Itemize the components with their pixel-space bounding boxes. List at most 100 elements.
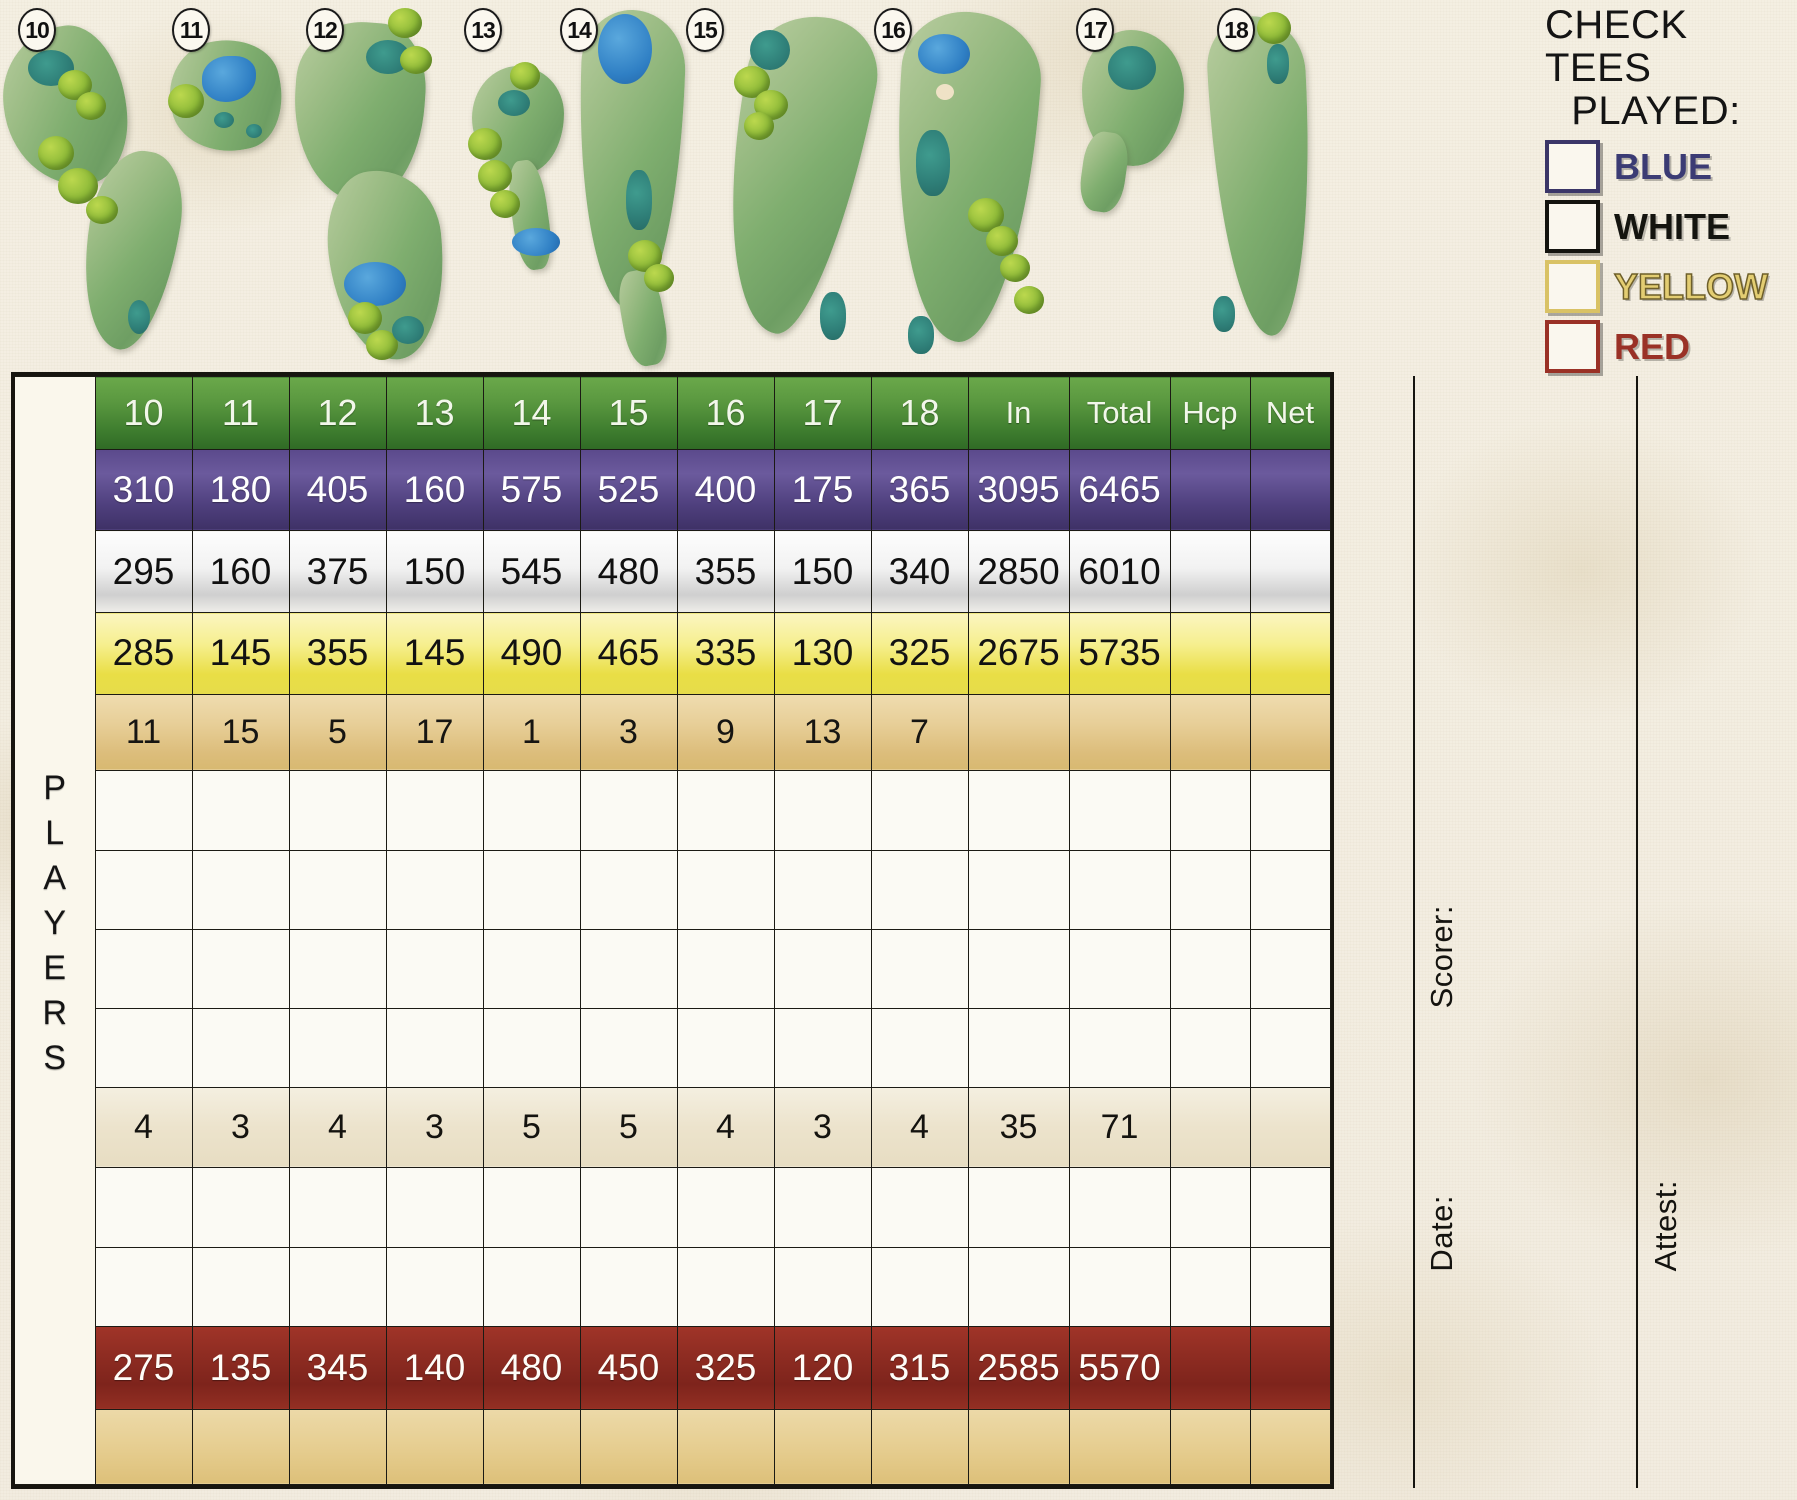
cell-blank-total[interactable] — [1068, 1246, 1171, 1327]
cell-blank-12[interactable] — [288, 1167, 387, 1248]
cell-blank-net[interactable] — [1249, 928, 1331, 1009]
green-blob — [1267, 44, 1289, 84]
cell-blank-16[interactable] — [676, 849, 775, 930]
tee-checkbox-red[interactable] — [1545, 320, 1600, 373]
cell-blank-net[interactable] — [1249, 1007, 1331, 1088]
cell-blank-14[interactable] — [482, 849, 581, 930]
cell-blank-17[interactable] — [773, 849, 872, 930]
cell-blank-17[interactable] — [773, 1007, 872, 1088]
cell-blank-15[interactable] — [579, 770, 678, 851]
cell-blank-in[interactable] — [967, 928, 1070, 1009]
player-score-row[interactable] — [15, 770, 1331, 851]
cell-blank-12[interactable] — [288, 1007, 387, 1088]
player-score-row[interactable] — [15, 928, 1331, 1009]
cell-blank-hcp[interactable] — [1169, 1167, 1251, 1248]
cell-blank-10[interactable] — [94, 770, 193, 851]
tee-checkbox-blue[interactable] — [1545, 140, 1600, 193]
cell-blank-17[interactable] — [773, 770, 872, 851]
cell-blank-13[interactable] — [385, 1167, 484, 1248]
cell-blank-11[interactable] — [191, 1246, 290, 1327]
player-score-row[interactable] — [15, 1007, 1331, 1088]
cell-blank-hcp[interactable] — [1169, 1246, 1251, 1327]
player-score-row[interactable] — [15, 1246, 1331, 1327]
cell-blank-16[interactable] — [676, 1246, 775, 1327]
cell-blank-in[interactable] — [967, 1167, 1070, 1248]
cell-blank-hcp[interactable] — [1169, 1007, 1251, 1088]
cell-blank-12[interactable] — [288, 849, 387, 930]
cell-blank-17[interactable] — [773, 1167, 872, 1248]
cell-blank-12[interactable] — [288, 928, 387, 1009]
cell-blank-13[interactable] — [385, 849, 484, 930]
cell-white-13: 150 — [385, 530, 484, 614]
cell-blank-11[interactable] — [191, 1167, 290, 1248]
cell-blank-total[interactable] — [1068, 1007, 1171, 1088]
cell-yellow-15: 465 — [579, 612, 678, 695]
water-hazard — [918, 34, 970, 74]
cell-gold-12 — [288, 1408, 387, 1486]
cell-blank-10[interactable] — [94, 928, 193, 1009]
cell-blank-total[interactable] — [1068, 849, 1171, 930]
cell-blank-14[interactable] — [482, 1167, 581, 1248]
cell-blank-15[interactable] — [579, 1246, 678, 1327]
cell-blank-10[interactable] — [94, 1246, 193, 1327]
cell-blank-14[interactable] — [482, 928, 581, 1009]
cell-blank-18[interactable] — [870, 1007, 969, 1088]
cell-blank-total[interactable] — [1068, 1167, 1171, 1248]
water-hazard — [512, 228, 560, 256]
tee-option-yellow[interactable]: YELLOW — [1545, 260, 1797, 313]
cell-blank-11[interactable] — [191, 849, 290, 930]
cell-blank-12[interactable] — [288, 770, 387, 851]
cell-blank-net[interactable] — [1249, 849, 1331, 930]
player-score-row[interactable] — [15, 849, 1331, 930]
cell-blank-12[interactable] — [288, 1246, 387, 1327]
cell-blank-11[interactable] — [191, 1007, 290, 1088]
cell-blank-14[interactable] — [482, 1007, 581, 1088]
cell-blank-18[interactable] — [870, 770, 969, 851]
cell-blank-17[interactable] — [773, 1246, 872, 1327]
cell-blank-in[interactable] — [967, 849, 1070, 930]
cell-blank-16[interactable] — [676, 1167, 775, 1248]
cell-blank-total[interactable] — [1068, 928, 1171, 1009]
cell-blank-18[interactable] — [870, 928, 969, 1009]
tee-option-blue[interactable]: BLUE — [1545, 140, 1797, 193]
cell-blank-11[interactable] — [191, 770, 290, 851]
cell-blank-15[interactable] — [579, 1167, 678, 1248]
cell-blank-18[interactable] — [870, 1246, 969, 1327]
cell-blank-10[interactable] — [94, 1007, 193, 1088]
cell-blank-in[interactable] — [967, 1007, 1070, 1088]
cell-blank-13[interactable] — [385, 1246, 484, 1327]
tee-checkbox-yellow[interactable] — [1545, 260, 1600, 313]
cell-blank-13[interactable] — [385, 1007, 484, 1088]
cell-blank-10[interactable] — [94, 849, 193, 930]
cell-blank-18[interactable] — [870, 1167, 969, 1248]
cell-blank-hcp[interactable] — [1169, 849, 1251, 930]
cell-blank-14[interactable] — [482, 770, 581, 851]
player-score-row[interactable] — [15, 1167, 1331, 1248]
cell-blank-16[interactable] — [676, 928, 775, 1009]
cell-blank-net[interactable] — [1249, 770, 1331, 851]
cell-blank-17[interactable] — [773, 928, 872, 1009]
cell-blank-10[interactable] — [94, 1167, 193, 1248]
cell-blank-16[interactable] — [676, 1007, 775, 1088]
cell-blank-11[interactable] — [191, 928, 290, 1009]
cell-blank-13[interactable] — [385, 928, 484, 1009]
cell-blank-15[interactable] — [579, 849, 678, 930]
tee-option-white[interactable]: WHITE — [1545, 200, 1797, 253]
cell-blank-18[interactable] — [870, 849, 969, 930]
cell-blank-hcp[interactable] — [1169, 770, 1251, 851]
cell-blank-16[interactable] — [676, 770, 775, 851]
cell-blank-hcp[interactable] — [1169, 928, 1251, 1009]
cell-blank-15[interactable] — [579, 928, 678, 1009]
cell-blank-15[interactable] — [579, 1007, 678, 1088]
cell-blank-in[interactable] — [967, 1246, 1070, 1327]
cell-blank-net[interactable] — [1249, 1167, 1331, 1248]
cell-blank-in[interactable] — [967, 770, 1070, 851]
cell-blank-total[interactable] — [1068, 770, 1171, 851]
tee-checkbox-white[interactable] — [1545, 200, 1600, 253]
tee-option-red[interactable]: RED — [1545, 320, 1797, 373]
cell-blank-13[interactable] — [385, 770, 484, 851]
cell-blue-in: 3095 — [967, 448, 1070, 532]
cell-red-13: 140 — [385, 1325, 484, 1410]
cell-blank-14[interactable] — [482, 1246, 581, 1327]
cell-blank-net[interactable] — [1249, 1246, 1331, 1327]
